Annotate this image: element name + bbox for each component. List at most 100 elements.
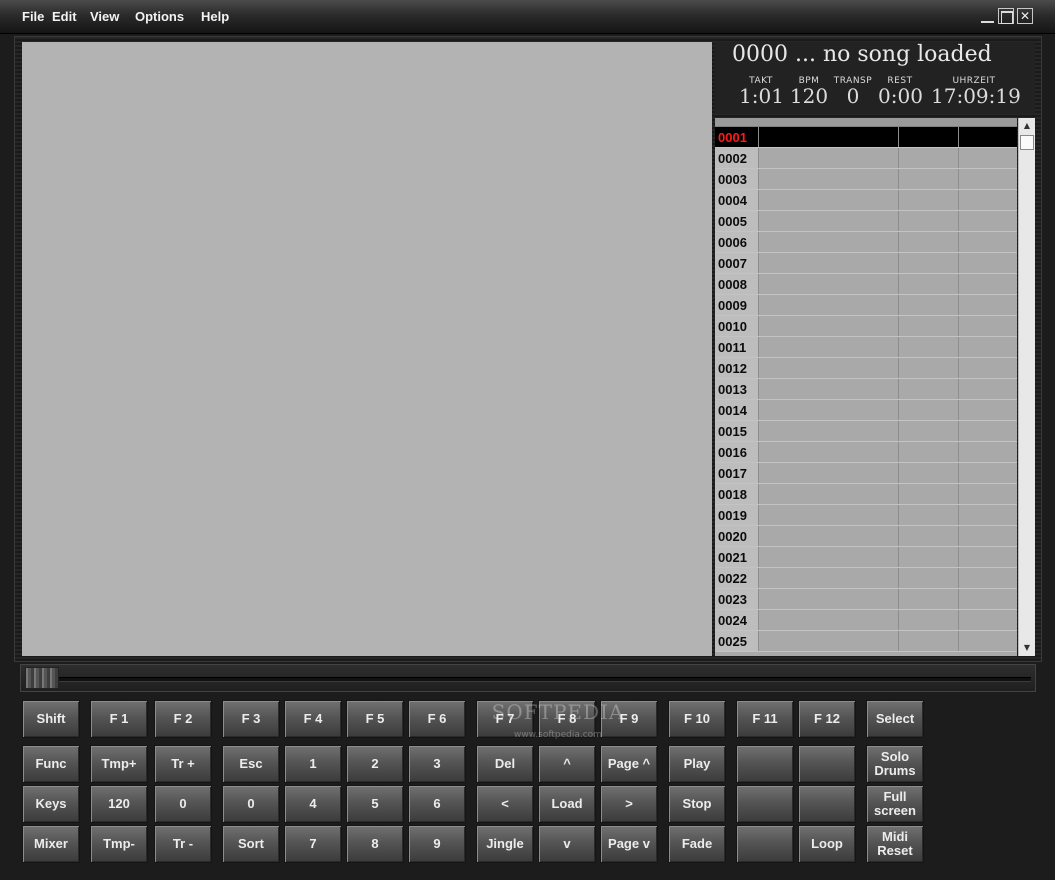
key-solo-drums-button[interactable]: Solo Drums [866, 745, 924, 783]
playlist-row[interactable]: 0025 [715, 631, 1017, 652]
key-7-button[interactable]: 7 [284, 825, 342, 863]
menu-options[interactable]: Options [135, 9, 184, 24]
playlist-row[interactable]: 0005 [715, 211, 1017, 232]
key-shift-button[interactable]: Shift [22, 700, 80, 738]
key-full-screen-button[interactable]: Full screen [866, 785, 924, 823]
row-cell [958, 610, 1017, 630]
row-cell [898, 316, 959, 336]
position-slider[interactable] [20, 664, 1036, 692]
key-1-button[interactable]: 1 [284, 745, 342, 783]
stat-bpm: BPM 120 [787, 76, 831, 106]
playlist-row[interactable]: 0024 [715, 610, 1017, 631]
key-page-v-button[interactable]: Page v [600, 825, 658, 863]
slider-handle[interactable] [25, 667, 59, 689]
playlist-row[interactable]: 0012 [715, 358, 1017, 379]
playlist-row[interactable]: 0007 [715, 253, 1017, 274]
key-key-2-7-button[interactable]: < [476, 785, 534, 823]
key-4-button[interactable]: 4 [284, 785, 342, 823]
key-tmp-button[interactable]: Tmp+ [90, 745, 148, 783]
key-f-1-button[interactable]: F 1 [90, 700, 148, 738]
key-blank-3-11-button[interactable] [736, 825, 794, 863]
key-tmp-button[interactable]: Tmp- [90, 825, 148, 863]
playlist-row[interactable]: 0022 [715, 568, 1017, 589]
playlist-row[interactable]: 0020 [715, 526, 1017, 547]
playlist-row[interactable]: 0003 [715, 169, 1017, 190]
playlist-row[interactable]: 0015 [715, 421, 1017, 442]
playlist-scrollbar[interactable]: ▲ ▼ [1018, 118, 1035, 656]
key-f-2-button[interactable]: F 2 [154, 700, 212, 738]
close-button[interactable]: ✕ [1017, 8, 1033, 24]
key-3-button[interactable]: 3 [408, 745, 466, 783]
key-f-9-button[interactable]: F 9 [600, 700, 658, 738]
key-f-3-button[interactable]: F 3 [222, 700, 280, 738]
playlist-row[interactable]: 0016 [715, 442, 1017, 463]
key-f-5-button[interactable]: F 5 [346, 700, 404, 738]
playlist-row[interactable]: 0001 [715, 127, 1017, 148]
key-blank-2-12-button[interactable] [798, 785, 856, 823]
key-0-button[interactable]: 0 [154, 785, 212, 823]
key-esc-button[interactable]: Esc [222, 745, 280, 783]
key-f-6-button[interactable]: F 6 [408, 700, 466, 738]
scroll-down-icon[interactable]: ▼ [1019, 640, 1035, 656]
key-sort-button[interactable]: Sort [222, 825, 280, 863]
maximize-button[interactable] [998, 8, 1014, 24]
key-loop-button[interactable]: Loop [798, 825, 856, 863]
minimize-button[interactable] [979, 8, 995, 24]
key-func-button[interactable]: Func [22, 745, 80, 783]
key-f-8-button[interactable]: F 8 [538, 700, 596, 738]
key-v-button[interactable]: v [538, 825, 596, 863]
key-tr-button[interactable]: Tr + [154, 745, 212, 783]
key-load-button[interactable]: Load [538, 785, 596, 823]
playlist-row[interactable]: 0006 [715, 232, 1017, 253]
menu-edit[interactable]: Edit [52, 9, 77, 24]
key-del-button[interactable]: Del [476, 745, 534, 783]
key-f-11-button[interactable]: F 11 [736, 700, 794, 738]
playlist-row[interactable]: 0021 [715, 547, 1017, 568]
menu-file[interactable]: File [22, 9, 44, 24]
key-blank-2-11-button[interactable] [736, 785, 794, 823]
key-blank-1-12-button[interactable] [798, 745, 856, 783]
playlist-row[interactable]: 0013 [715, 379, 1017, 400]
row-cell [898, 400, 959, 420]
key-key-2-9-button[interactable]: > [600, 785, 658, 823]
key-2-button[interactable]: 2 [346, 745, 404, 783]
playlist-row[interactable]: 0008 [715, 274, 1017, 295]
key-fade-button[interactable]: Fade [668, 825, 726, 863]
playlist-row[interactable]: 0023 [715, 589, 1017, 610]
playlist-row[interactable]: 0004 [715, 190, 1017, 211]
playlist-row[interactable]: 0017 [715, 463, 1017, 484]
key-8-button[interactable]: 8 [346, 825, 404, 863]
playlist-row[interactable]: 0010 [715, 316, 1017, 337]
key-stop-button[interactable]: Stop [668, 785, 726, 823]
key-select-button[interactable]: Select [866, 700, 924, 738]
key-0-button[interactable]: 0 [222, 785, 280, 823]
playlist-row[interactable]: 0011 [715, 337, 1017, 358]
menu-view[interactable]: View [90, 9, 119, 24]
key-tr-button[interactable]: Tr - [154, 825, 212, 863]
playlist-row[interactable]: 0002 [715, 148, 1017, 169]
key-midi-reset-button[interactable]: Midi Reset [866, 825, 924, 863]
scroll-thumb[interactable] [1020, 135, 1034, 150]
key-blank-1-11-button[interactable] [736, 745, 794, 783]
key-play-button[interactable]: Play [668, 745, 726, 783]
key-f-10-button[interactable]: F 10 [668, 700, 726, 738]
playlist-row[interactable]: 0019 [715, 505, 1017, 526]
key-mixer-button[interactable]: Mixer [22, 825, 80, 863]
key-120-button[interactable]: 120 [90, 785, 148, 823]
key-key-1-8-button[interactable]: ^ [538, 745, 596, 783]
key-f-4-button[interactable]: F 4 [284, 700, 342, 738]
playlist-row[interactable]: 0018 [715, 484, 1017, 505]
key-keys-button[interactable]: Keys [22, 785, 80, 823]
key-f-12-button[interactable]: F 12 [798, 700, 856, 738]
playlist-row[interactable]: 0014 [715, 400, 1017, 421]
scroll-up-icon[interactable]: ▲ [1019, 118, 1035, 134]
key-page-button[interactable]: Page ^ [600, 745, 658, 783]
key-9-button[interactable]: 9 [408, 825, 466, 863]
key-jingle-button[interactable]: Jingle [476, 825, 534, 863]
key-5-button[interactable]: 5 [346, 785, 404, 823]
playlist: 0001 0002 0003 0004 0005 0006 0007 0008 0009 0010… [715, 118, 1017, 656]
key-6-button[interactable]: 6 [408, 785, 466, 823]
key-f-7-button[interactable]: F 7 [476, 700, 534, 738]
menu-help[interactable]: Help [201, 9, 229, 24]
playlist-row[interactable]: 0009 [715, 295, 1017, 316]
